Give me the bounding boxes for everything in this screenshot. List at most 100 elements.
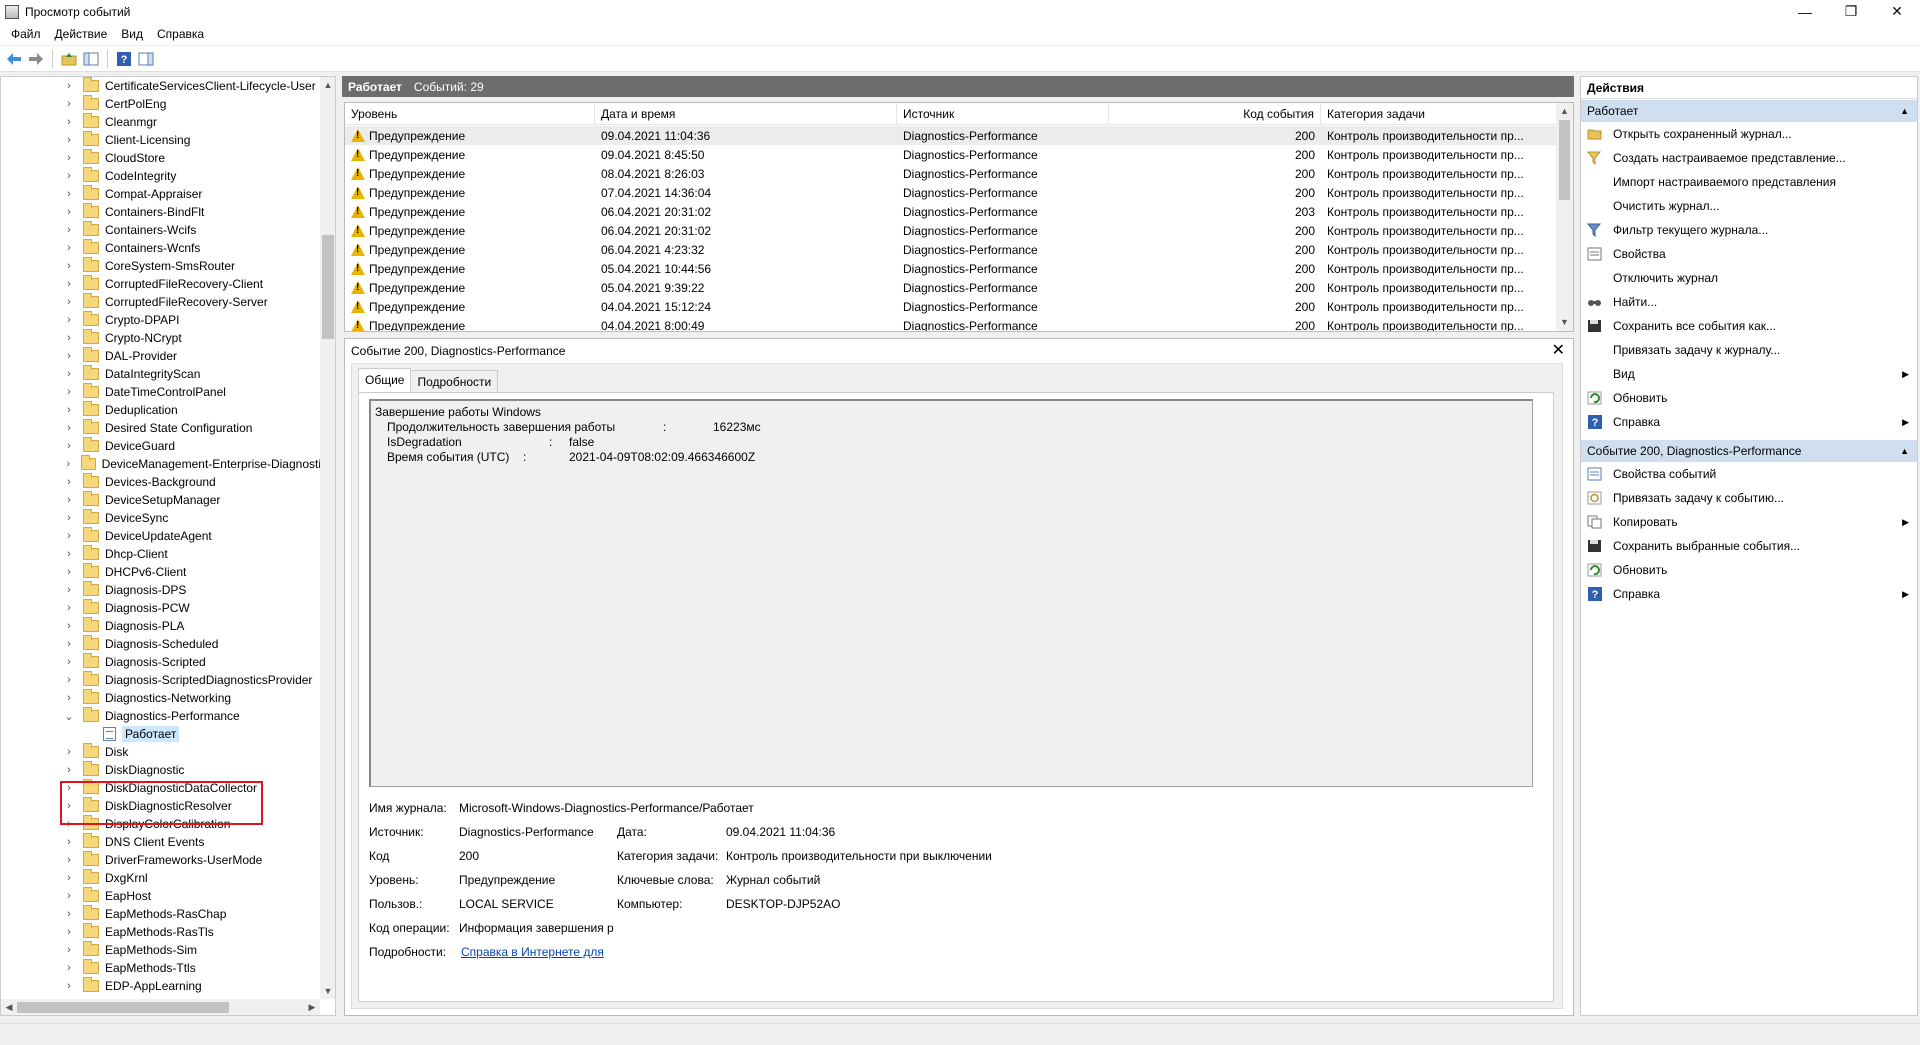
table-row[interactable]: Предупреждение 04.04.2021 15:12:24 Diagnos… bbox=[345, 297, 1557, 316]
tab-details[interactable]: Подробности bbox=[410, 370, 499, 392]
tree-item[interactable]: › CodeIntegrity bbox=[1, 167, 321, 185]
chevron-right-icon[interactable]: › bbox=[63, 908, 75, 920]
tree-item[interactable]: › DeviceSetupManager bbox=[1, 491, 321, 509]
tree-item[interactable]: › Containers-BindFlt bbox=[1, 203, 321, 221]
table-row[interactable]: Предупреждение 04.04.2021 8:00:49 Diagnost… bbox=[345, 316, 1557, 331]
action-item[interactable]: Найти... bbox=[1581, 290, 1917, 314]
event-description[interactable]: Завершение работы Windows Продолжительно… bbox=[369, 399, 1533, 787]
chevron-right-icon[interactable]: › bbox=[63, 494, 75, 506]
tree-item[interactable]: › Diagnosis-Scripted bbox=[1, 653, 321, 671]
table-row[interactable]: Предупреждение 05.04.2021 10:44:56 Diagnos… bbox=[345, 259, 1557, 278]
tree-item[interactable]: › EapHost bbox=[1, 887, 321, 905]
action-item[interactable]: Обновить bbox=[1581, 386, 1917, 410]
menu-action[interactable]: Действие bbox=[48, 27, 115, 41]
tree-item[interactable]: › Diagnosis-PCW bbox=[1, 599, 321, 617]
chevron-right-icon[interactable]: › bbox=[63, 170, 75, 182]
up-folder-icon[interactable] bbox=[59, 49, 79, 69]
chevron-right-icon[interactable]: › bbox=[63, 350, 75, 362]
scroll-up-arrow-icon[interactable]: ▲ bbox=[1556, 103, 1573, 120]
chevron-right-icon[interactable]: › bbox=[63, 962, 75, 974]
scroll-down-arrow-icon[interactable]: ▼ bbox=[1556, 314, 1573, 331]
chevron-right-icon[interactable]: › bbox=[63, 512, 75, 524]
chevron-right-icon[interactable]: › bbox=[63, 206, 75, 218]
chevron-right-icon[interactable]: › bbox=[63, 134, 75, 146]
tree-item-selected-log[interactable]: Работает bbox=[1, 725, 321, 743]
collapse-icon[interactable]: ▲ bbox=[1900, 440, 1909, 462]
table-row[interactable]: Предупреждение 05.04.2021 9:39:22 Diagnost… bbox=[345, 278, 1557, 297]
chevron-right-icon[interactable]: › bbox=[63, 404, 75, 416]
scroll-right-arrow-icon[interactable]: ▶ bbox=[304, 999, 320, 1015]
chevron-right-icon[interactable]: › bbox=[63, 656, 75, 668]
table-row[interactable]: Предупреждение 09.04.2021 8:45:50 Diagnost… bbox=[345, 145, 1557, 164]
table-row[interactable]: Предупреждение 09.04.2021 11:04:36 Diagnos… bbox=[345, 126, 1557, 145]
chevron-right-icon[interactable]: › bbox=[63, 674, 75, 686]
tree-item[interactable]: › EDP-AppLearning bbox=[1, 977, 321, 995]
chevron-right-icon[interactable]: › bbox=[63, 368, 75, 380]
tree-item[interactable]: › Containers-Wcnfs bbox=[1, 239, 321, 257]
actions-section-log[interactable]: Работает ▲ bbox=[1581, 100, 1917, 122]
tree-item[interactable]: › Client-Licensing bbox=[1, 131, 321, 149]
chevron-right-icon[interactable]: › bbox=[63, 296, 75, 308]
chevron-right-icon[interactable]: › bbox=[63, 440, 75, 452]
tree-item[interactable]: › CertPolEng bbox=[1, 95, 321, 113]
tree-item[interactable]: › Crypto-NCrypt bbox=[1, 329, 321, 347]
table-row[interactable]: Предупреждение 06.04.2021 20:31:02 Diagnos… bbox=[345, 221, 1557, 240]
column-level[interactable]: Уровень bbox=[345, 103, 595, 125]
chevron-right-icon[interactable]: › bbox=[63, 602, 75, 614]
scrollbar-thumb[interactable] bbox=[1559, 120, 1570, 200]
tree-item[interactable]: › DeviceGuard bbox=[1, 437, 321, 455]
table-row[interactable]: Предупреждение 06.04.2021 20:31:02 Diagnos… bbox=[345, 202, 1557, 221]
action-item[interactable]: Обновить bbox=[1581, 558, 1917, 582]
chevron-right-icon[interactable]: › bbox=[63, 278, 75, 290]
tree-item[interactable]: › Desired State Configuration bbox=[1, 419, 321, 437]
action-item[interactable]: Сохранить все события как... bbox=[1581, 314, 1917, 338]
action-item[interactable]: Очистить журнал... bbox=[1581, 194, 1917, 218]
tree-item[interactable]: › DAL-Provider bbox=[1, 347, 321, 365]
tree-item[interactable]: › Diagnosis-PLA bbox=[1, 617, 321, 635]
tab-general[interactable]: Общие bbox=[358, 368, 412, 392]
chevron-down-icon[interactable]: ⌄ bbox=[63, 710, 75, 723]
collapse-icon[interactable]: ▲ bbox=[1900, 100, 1909, 122]
tree-item[interactable]: › EapMethods-RasTls bbox=[1, 923, 321, 941]
tree-item[interactable]: › Deduplication bbox=[1, 401, 321, 419]
tree-item[interactable]: › Compat-Appraiser bbox=[1, 185, 321, 203]
tree-item[interactable]: › Diagnosis-DPS bbox=[1, 581, 321, 599]
chevron-right-icon[interactable]: › bbox=[63, 566, 75, 578]
close-button[interactable]: ✕ bbox=[1874, 0, 1920, 23]
scrollbar-thumb[interactable] bbox=[322, 235, 334, 339]
chevron-right-icon[interactable]: › bbox=[63, 638, 75, 650]
tree-item[interactable]: › Cleanmgr bbox=[1, 113, 321, 131]
tree-item[interactable]: › EapMethods-Ttls bbox=[1, 959, 321, 977]
chevron-right-icon[interactable]: › bbox=[63, 620, 75, 632]
close-icon[interactable]: ✕ bbox=[1552, 340, 1565, 360]
chevron-right-icon[interactable]: › bbox=[63, 314, 75, 326]
action-item[interactable]: Привязать задачу к событию... bbox=[1581, 486, 1917, 510]
tree-item[interactable]: › Diagnostics-Networking bbox=[1, 689, 321, 707]
column-source[interactable]: Источник bbox=[897, 103, 1109, 125]
tree-item[interactable]: › DxgKrnl bbox=[1, 869, 321, 887]
menu-help[interactable]: Справка bbox=[150, 27, 211, 41]
column-event-code[interactable]: Код события bbox=[1109, 103, 1321, 125]
chevron-right-icon[interactable]: › bbox=[63, 386, 75, 398]
scroll-down-arrow-icon[interactable]: ▼ bbox=[320, 983, 335, 999]
chevron-right-icon[interactable]: › bbox=[63, 746, 75, 758]
maximize-button[interactable]: ❐ bbox=[1828, 0, 1874, 23]
column-datetime[interactable]: Дата и время bbox=[595, 103, 897, 125]
action-item[interactable]: Фильтр текущего журнала... bbox=[1581, 218, 1917, 242]
chevron-right-icon[interactable]: › bbox=[63, 80, 75, 92]
action-item[interactable]: Привязать задачу к журналу... bbox=[1581, 338, 1917, 362]
action-item[interactable]: Создать настраиваемое представление... bbox=[1581, 146, 1917, 170]
scroll-up-arrow-icon[interactable]: ▲ bbox=[320, 77, 335, 93]
chevron-right-icon[interactable]: › bbox=[63, 584, 75, 596]
tree-item[interactable]: › Dhcp-Client bbox=[1, 545, 321, 563]
forward-icon[interactable] bbox=[26, 49, 46, 69]
help-icon[interactable]: ? bbox=[114, 49, 134, 69]
chevron-right-icon[interactable]: › bbox=[63, 926, 75, 938]
tree-vertical-scrollbar[interactable]: ▲ ▼ bbox=[320, 77, 335, 999]
tree-item[interactable]: ⌄ Diagnostics-Performance bbox=[1, 707, 321, 725]
show-hide-tree-icon[interactable] bbox=[81, 49, 101, 69]
action-item[interactable]: Сохранить выбранные события... bbox=[1581, 534, 1917, 558]
chevron-right-icon[interactable]: › bbox=[63, 530, 75, 542]
action-item[interactable]: ? Справка ▶ bbox=[1581, 410, 1917, 434]
actions-section-event[interactable]: Событие 200, Diagnostics-Performance ▲ bbox=[1581, 440, 1917, 462]
